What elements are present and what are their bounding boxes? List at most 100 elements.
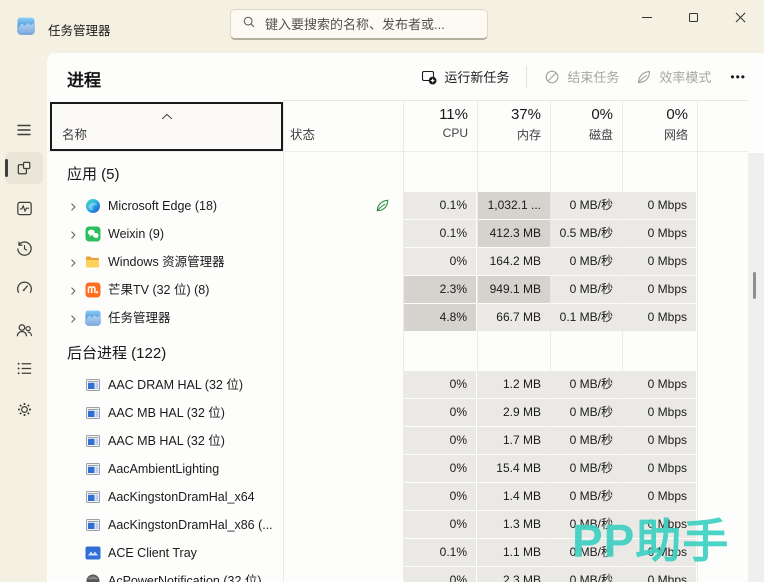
search-box[interactable] — [230, 9, 488, 40]
history-icon — [15, 239, 34, 258]
network-cell: 0 Mbps — [623, 220, 696, 247]
name-header-label: 名称 — [62, 124, 87, 143]
group-header-label: 后台进程 (122) — [67, 337, 166, 371]
network-cell: 0 Mbps — [623, 427, 696, 454]
table-row[interactable]: AAC MB HAL (32 位)0%2.9 MB0 MB/秒0 Mbps — [47, 399, 748, 427]
table-row[interactable]: AacKingstonDramHal_x86 (...0%1.3 MB0 MB/… — [47, 511, 748, 539]
app-default-icon — [85, 461, 101, 477]
network-column-header[interactable]: 0% 网络 — [622, 100, 697, 152]
disk-column-header[interactable]: 0% 磁盘 — [550, 100, 622, 152]
toolbar: 运行新任务 结束任务 效率模式 ••• — [421, 53, 748, 100]
cpu-total-value: 11% — [403, 106, 468, 123]
cpu-cell: 2.3% — [404, 276, 476, 303]
network-cell: 0 Mbps — [623, 248, 696, 275]
table-row[interactable]: AcPowerNotification (32 位)0%2.3 MB0 MB/秒… — [47, 567, 748, 582]
table-row[interactable]: 任务管理器4.8%66.7 MB0.1 MB/秒0 Mbps — [47, 304, 748, 332]
efficiency-leaf-icon — [375, 198, 390, 218]
network-cell: 0 Mbps — [623, 455, 696, 482]
memory-cell: 1,032.1 ... — [478, 192, 550, 219]
cpu-column-header[interactable]: 11% CPU — [403, 100, 477, 152]
weixin-icon — [85, 226, 101, 242]
cpu-cell: 0.1% — [404, 539, 476, 566]
hamburger-icon — [14, 120, 34, 140]
maximize-button[interactable] — [670, 0, 717, 34]
scrollbar-thumb[interactable] — [753, 272, 756, 299]
table-row[interactable]: AacAmbientLighting0%15.4 MB0 MB/秒0 Mbps — [47, 455, 748, 483]
table-row[interactable]: AacKingstonDramHal_x640%1.4 MB0 MB/秒0 Mb… — [47, 483, 748, 511]
table-row[interactable]: Microsoft Edge (18) 0.1%1,032.1 ...0 MB/秒… — [47, 192, 748, 220]
minimize-button[interactable] — [623, 0, 670, 34]
process-name: Microsoft Edge (18) — [108, 192, 217, 220]
group-header[interactable]: 后台进程 (122) — [47, 337, 748, 371]
maximize-icon — [689, 13, 698, 22]
startup-gauge-icon — [15, 279, 34, 298]
end-task-button[interactable]: 结束任务 — [544, 67, 619, 86]
close-button[interactable] — [717, 0, 764, 34]
process-name: Weixin (9) — [108, 220, 164, 248]
app-default-icon — [85, 489, 101, 505]
memory-cell: 949.1 MB — [478, 276, 550, 303]
sidebar-item-users[interactable] — [5, 314, 43, 346]
status-column-header[interactable]: 状态 — [290, 124, 315, 143]
network-cell: 0 Mbps — [623, 511, 696, 538]
sidebar-item-services[interactable] — [5, 393, 43, 425]
memory-cell: 1.1 MB — [478, 539, 550, 566]
memory-header-label: 内存 — [477, 126, 541, 143]
memory-column-header[interactable]: 37% 内存 — [477, 100, 550, 152]
table-row[interactable]: AAC MB HAL (32 位)0%1.7 MB0 MB/秒0 Mbps — [47, 427, 748, 455]
end-task-icon — [544, 69, 560, 85]
run-new-task-button[interactable]: 运行新任务 — [421, 67, 509, 86]
memory-cell: 1.4 MB — [478, 483, 550, 510]
chevron-right-icon[interactable] — [67, 284, 79, 302]
sidebar-item-details[interactable] — [5, 352, 43, 384]
sidebar-menu-toggle[interactable] — [5, 114, 43, 146]
memory-cell: 15.4 MB — [478, 455, 550, 482]
memory-cell: 1.3 MB — [478, 511, 550, 538]
efficiency-mode-icon — [636, 69, 652, 85]
cpu-cell: 0% — [404, 427, 476, 454]
services-gear-icon — [15, 400, 34, 419]
table-row[interactable]: 芒果TV (32 位) (8)2.3%949.1 MB0 MB/秒0 Mbps — [47, 276, 748, 304]
table-row[interactable]: AAC DRAM HAL (32 位)0%1.2 MB0 MB/秒0 Mbps — [47, 371, 748, 399]
sidebar-item-startup-apps[interactable] — [5, 272, 43, 304]
memory-cell: 2.9 MB — [478, 399, 550, 426]
sidebar-item-performance[interactable] — [5, 192, 43, 224]
chevron-right-icon[interactable] — [67, 256, 79, 274]
table-row[interactable]: Weixin (9)0.1%412.3 MB0.5 MB/秒0 Mbps — [47, 220, 748, 248]
task-manager-app-icon — [17, 17, 35, 35]
process-name: 任务管理器 — [108, 304, 171, 332]
process-name: AAC DRAM HAL (32 位) — [108, 371, 243, 399]
search-input[interactable] — [265, 17, 476, 32]
chevron-right-icon[interactable] — [67, 312, 79, 330]
sidebar-item-app-history[interactable] — [5, 232, 43, 264]
table-row[interactable]: ACE Client Tray0.1%1.1 MB0 MB/秒0 Mbps — [47, 539, 748, 567]
efficiency-mode-button[interactable]: 效率模式 — [636, 67, 711, 86]
memory-cell: 412.3 MB — [478, 220, 550, 247]
process-name: Windows 资源管理器 — [108, 248, 225, 276]
chevron-right-icon[interactable] — [67, 228, 79, 246]
more-options-button[interactable]: ••• — [728, 70, 748, 84]
taskmgr-icon — [85, 310, 101, 326]
network-cell: 0 Mbps — [623, 399, 696, 426]
sidebar-item-processes[interactable] — [5, 152, 43, 184]
close-icon — [735, 12, 746, 23]
network-cell: 0 Mbps — [623, 567, 696, 582]
chevron-right-icon[interactable] — [67, 200, 79, 218]
disk-header-label: 磁盘 — [550, 126, 613, 143]
memory-cell: 2.3 MB — [478, 567, 550, 582]
disk-cell: 0 MB/秒 — [551, 371, 622, 398]
cpu-cell: 0.1% — [404, 192, 476, 219]
disk-cell: 0 MB/秒 — [551, 192, 622, 219]
process-name: AacKingstonDramHal_x86 (... — [108, 511, 273, 539]
table-row[interactable]: Windows 资源管理器0%164.2 MB0 MB/秒0 Mbps — [47, 248, 748, 276]
memory-cell: 164.2 MB — [478, 248, 550, 275]
group-header[interactable]: 应用 (5) — [47, 158, 748, 192]
network-cell: 0 Mbps — [623, 192, 696, 219]
cpu-cell: 0% — [404, 483, 476, 510]
processes-icon — [15, 159, 34, 178]
sidebar — [0, 53, 47, 582]
name-column-header[interactable]: 名称 — [50, 102, 283, 151]
cpu-header-label: CPU — [403, 126, 468, 140]
app-default-icon — [85, 433, 101, 449]
minimize-icon — [642, 17, 652, 18]
